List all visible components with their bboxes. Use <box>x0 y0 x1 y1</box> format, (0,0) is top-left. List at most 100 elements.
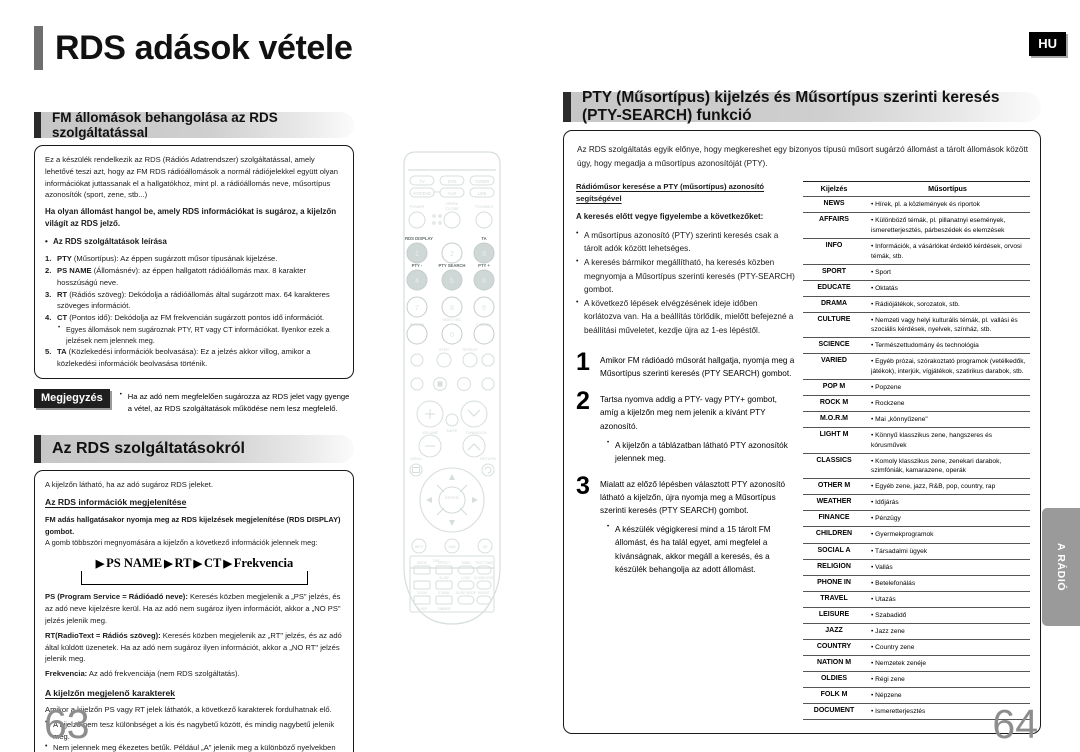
flow-step: CT <box>203 556 222 571</box>
svg-text:RDS DISPLAY: RDS DISPLAY <box>405 236 433 241</box>
item-text: (Állomásnév): az éppen hallgatott rádióá… <box>57 266 307 287</box>
table-row: NATION MNemzetek zenéje <box>803 654 1030 672</box>
svg-text:1: 1 <box>415 251 419 258</box>
before-search-bullets: A műsortípus azonosító (PTY) szerinti ke… <box>576 228 795 337</box>
svg-text:USB: USB <box>478 191 487 196</box>
pty-description: Popzene <box>865 378 1030 396</box>
table-row: CLASSICSKomoly klasszikus zene, zenekari… <box>803 452 1030 479</box>
pty-description: Régi zene <box>865 670 1030 688</box>
rds-display-subheading: Az RDS információk megjelenítése <box>45 496 187 507</box>
pty-description: Betelefonálás <box>865 574 1030 592</box>
pty-table: Kijelzés Műsortípus NEWSHírek, pl. a köz… <box>803 180 1030 721</box>
item-subnote: Egyes állomások nem sugároznak PTY, RT v… <box>57 324 344 346</box>
pty-table-wrap: Kijelzés Műsortípus NEWSHírek, pl. a köz… <box>803 180 1030 721</box>
pty-description: Társadalmi ügyek <box>865 542 1030 560</box>
table-row: ROCK MRockzene <box>803 395 1030 412</box>
flow-step: Frekvencia <box>233 556 294 571</box>
section-header-label: FM állomások behangolása az RDS szolgált… <box>52 110 278 140</box>
pty-code: INFO <box>803 238 866 265</box>
svg-text:LOGO: LOGO <box>461 576 471 580</box>
svg-text:2: 2 <box>450 251 454 258</box>
svg-text:SOUND EDIT: SOUND EDIT <box>474 576 494 580</box>
pty-code: NEWS <box>803 196 866 213</box>
item-label: RT <box>57 289 68 299</box>
before-search-title: A keresés előtt vegye figyelembe a követ… <box>576 212 764 222</box>
table-row: VARIEDEgyéb prózai, szórakoztató program… <box>803 353 1030 380</box>
section-header-rds-services: Az RDS szolgáltatásokról <box>34 434 354 463</box>
table-row: OTHER MEgyéb zene, jazz, R&B, pop, count… <box>803 478 1030 495</box>
pty-code: CHILDREN <box>803 526 866 543</box>
pty-code: FINANCE <box>803 510 866 527</box>
table-row: INFOInformációk, a vásárlókat érdeklő ké… <box>803 238 1030 265</box>
pty-code: ROCK M <box>803 395 866 412</box>
side-tab-radio: A RÁDIÓ <box>1042 508 1080 626</box>
list-item: A kijelző nem tesz különbséget a kis és … <box>45 718 344 743</box>
step-subnote: A készülék végigkeresi mind a 15 tárolt … <box>606 520 795 576</box>
pty-description: Sport <box>865 263 1030 281</box>
svg-text:EFFECT: EFFECT <box>438 561 450 565</box>
remote-control-illustration: TV DVD TUNER VCR/DVD AUX USB POWER OPEN/CLOS… <box>392 148 512 653</box>
svg-text:TV/VIDEO: TV/VIDEO <box>475 204 494 209</box>
pty-code: OLDIES <box>803 670 866 688</box>
pty-description: Rádiójátékok, sorozatok, stb. <box>865 295 1030 313</box>
svg-text:TUNING/CH: TUNING/CH <box>465 431 486 435</box>
section-tab-icon <box>34 112 41 138</box>
remote-svg: TV DVD TUNER VCR/DVD AUX USB POWER OPEN/CLOS… <box>403 151 501 625</box>
pty-code: AFFAIRS <box>803 212 866 239</box>
pty-description: Gyermekprogramok <box>865 526 1030 543</box>
svg-text:SLOW: SLOW <box>439 576 448 580</box>
pty-description: Egyéb prózai, szórakoztató programok (ve… <box>865 353 1030 380</box>
pty-description: Mai „könnyűzene" <box>865 411 1030 428</box>
pty-code: POP M <box>803 378 866 396</box>
right-column: PTY (Műsortípus) kijelzés és Műsortípus … <box>563 89 1041 734</box>
arrow-icon: ▶ <box>193 558 202 571</box>
page-title-group: RDS adások vétele <box>34 26 353 70</box>
table-row: CHILDRENGyermekprogramok <box>803 526 1030 543</box>
svg-text:DVD: DVD <box>448 179 457 184</box>
list-item: Nem jelennek meg ékezetes betűk. Például… <box>45 742 344 752</box>
characters-subheading: A kijelzőn megjelenő karakterek <box>45 687 176 698</box>
svg-text:SUB: SUB <box>448 545 456 549</box>
list-item: 4. CT (Pontos idő): Dekódolja az FM frek… <box>45 313 325 323</box>
arrow-icon: ▶ <box>223 558 232 571</box>
item-text: (Közlekedési információk beolvasása): Ez… <box>57 347 311 368</box>
item-text: (Műsortípus): Az éppen sugárzott műsor t… <box>71 254 278 264</box>
pty-description: Komoly klasszikus zene, zenekari darabok… <box>865 452 1030 479</box>
pty-description: Könnyű klasszikus zene, hangszeres és kó… <box>865 427 1030 454</box>
rt-description: RT(RadioText = Rádiós szöveg): Keresés k… <box>45 630 344 665</box>
pty-description: Különböző témák, pl. pillanatnyi esemény… <box>865 212 1030 239</box>
pty-code: NATION M <box>803 654 866 672</box>
step-text: Amikor FM rádióadó műsorát hallgatja, ny… <box>600 356 795 379</box>
svg-text:MUTE: MUTE <box>447 429 458 433</box>
step-number: 1 <box>576 348 590 377</box>
page-title: RDS adások vétele <box>55 28 353 67</box>
section-header-pty: PTY (Műsortípus) kijelzés és Műsortípus … <box>563 89 1041 124</box>
table-row: EDUCATEOktatás <box>803 279 1030 297</box>
section-tab-icon <box>563 92 571 122</box>
pty-description: Egyéb zene, jazz, R&B, pop, country, rap <box>865 478 1030 495</box>
svg-text:VOLUME: VOLUME <box>422 431 439 435</box>
step-1: 1 Amikor FM rádióadó műsorát hallgatja, … <box>576 348 795 380</box>
frequency-description: Frekvencia: Az adó frekvenciája (nem RDS… <box>45 668 344 680</box>
pty-description: Oktatás <box>865 279 1030 297</box>
pty-code: CULTURE <box>803 311 866 338</box>
section-header-fm-tuning: FM állomások behangolása az RDS szolgált… <box>34 110 354 140</box>
pty-code: DOCUMENT <box>803 702 866 721</box>
table-row: OLDIESRégi zene <box>803 670 1030 688</box>
table-row: AFFAIRSKülönböző témák, pl. pillanatnyi … <box>803 212 1030 239</box>
table-row: CULTURENemzeti vagy helyi kulturális tém… <box>803 311 1030 338</box>
rds-display-text-1: FM adás hallgatásakor nyomja meg az RDS … <box>45 515 341 536</box>
table-row: NEWSHírek, pl. a közlemények és riportok <box>803 196 1030 213</box>
ps-label: PS (Program Service = Rádióadó neve): <box>45 592 188 602</box>
left-column: FM állomások behangolása az RDS szolgált… <box>34 110 354 752</box>
pty-content-box: Az RDS szolgáltatás egyik előnye, hogy m… <box>563 130 1041 734</box>
svg-text:DIMMER: DIMMER <box>438 607 452 611</box>
pty-description: Nemzeti vagy helyi kulturális témák, pl.… <box>865 311 1030 338</box>
list-item: 3. RT (Rádiós szöveg): Dekódolja a rádió… <box>45 289 330 311</box>
note-text: Ha az adó nem megfelelően sugározza az R… <box>119 389 354 415</box>
flow-loop-line <box>81 571 308 586</box>
svg-text:REMAIN: REMAIN <box>410 323 425 327</box>
flow-step: RT <box>174 556 192 571</box>
list-item: 2. PS NAME (Állomásnév): az éppen hallga… <box>45 266 307 287</box>
pty-description: Country zene <box>865 638 1030 656</box>
